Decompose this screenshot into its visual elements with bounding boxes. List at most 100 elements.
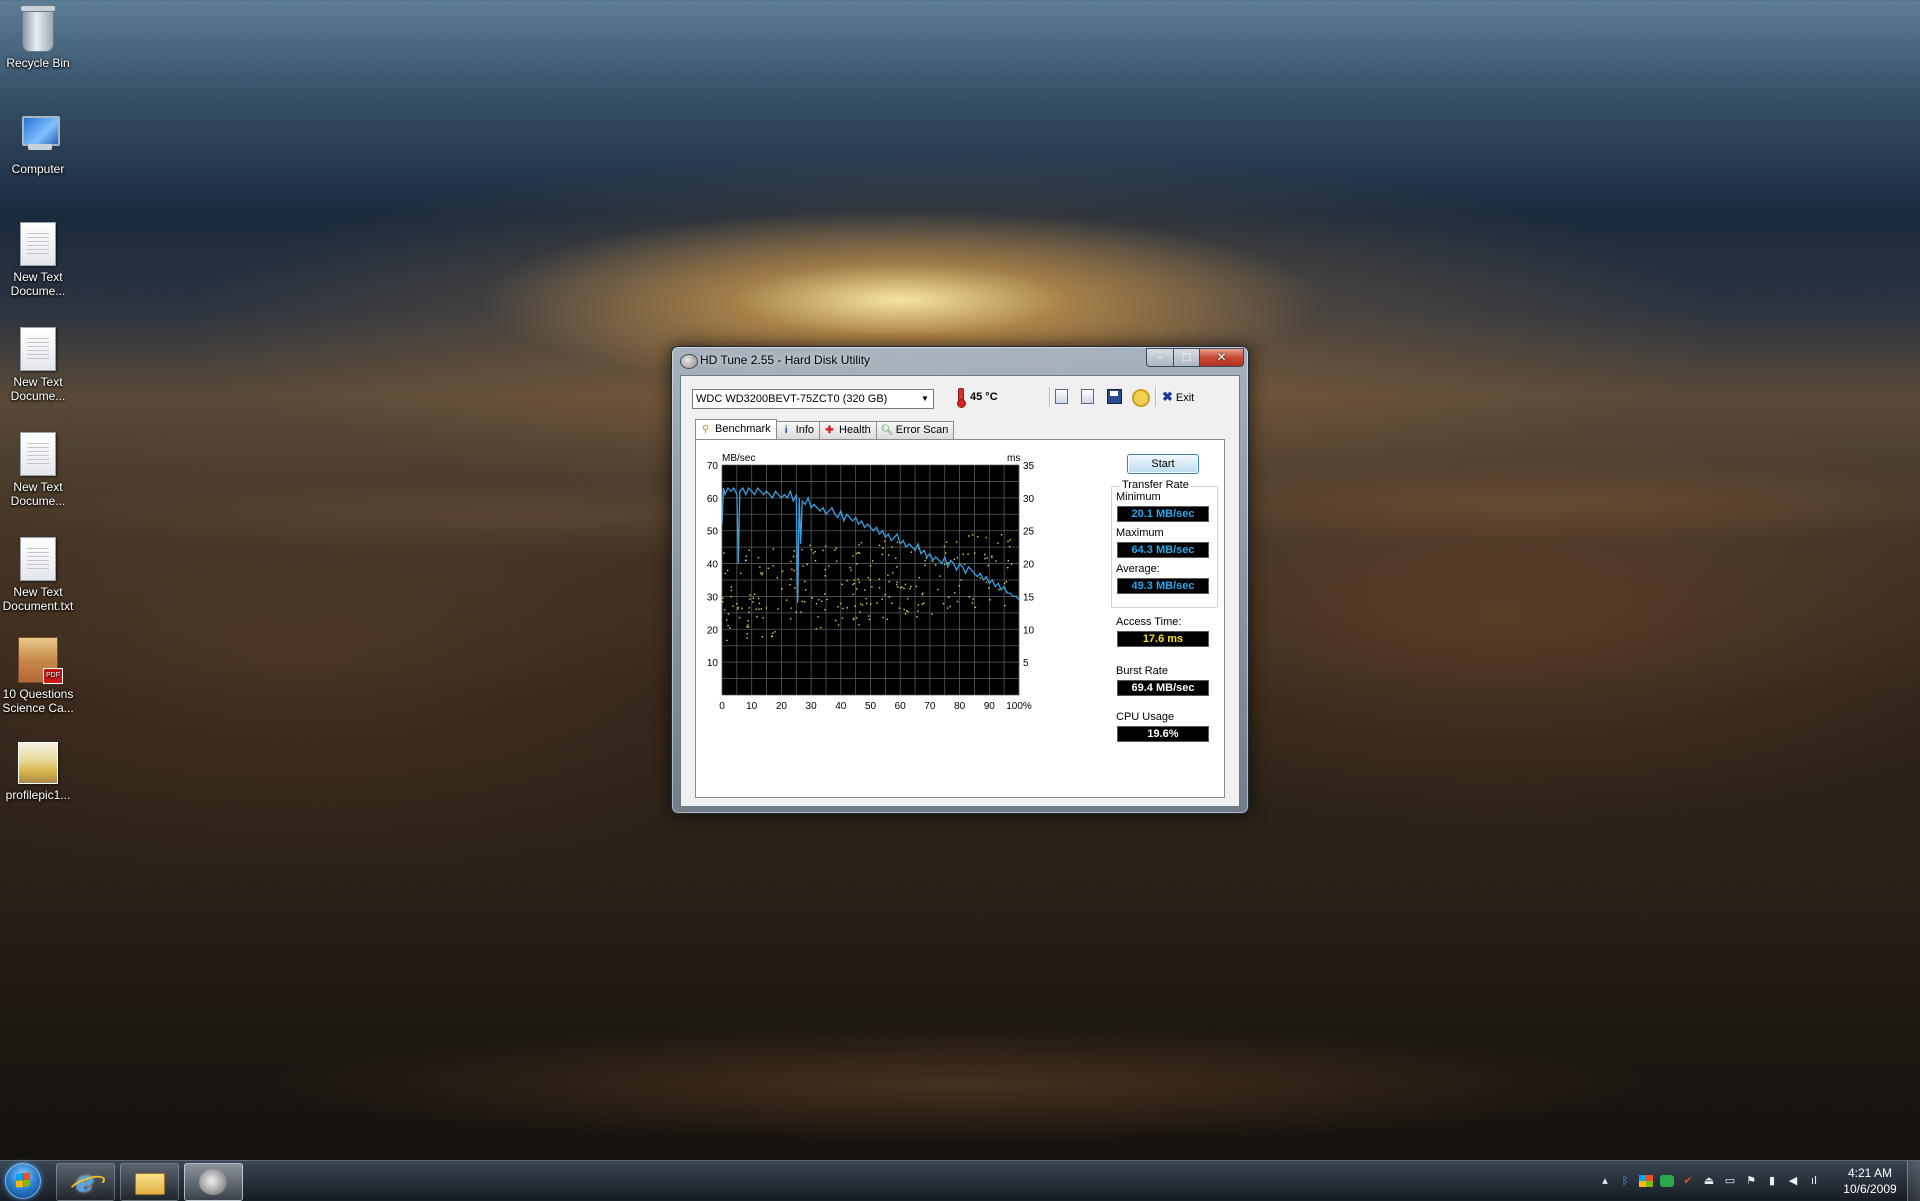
x-tick-label: 0 [719,701,725,712]
minimize-button[interactable]: – [1146,348,1174,367]
access-time-point [997,542,999,544]
text-document-icon [20,537,56,581]
desktop-icon-recycle-bin[interactable]: Recycle Bin [0,5,76,70]
access-time-point [954,592,956,594]
copy-screenshot-icon[interactable] [1081,389,1094,404]
title-bar[interactable]: HD Tune 2.55 - Hard Disk Utility – □ ✕ [672,347,1248,374]
access-time-point [761,572,764,574]
access-time-point [852,555,854,557]
access-time-point [757,597,760,600]
taskbar-button-hd-tune[interactable] [184,1163,243,1201]
access-time-point [937,588,939,591]
access-time-point [849,566,851,569]
access-time-point [884,594,886,596]
access-time-point [945,541,948,543]
access-time-point [946,607,949,609]
access-time-point [858,624,860,626]
hdtune-window[interactable]: HD Tune 2.55 - Hard Disk Utility – □ ✕ W… [671,346,1249,814]
x-tick-label: 40 [835,701,847,712]
access-time-point [922,592,924,594]
access-time-point [1007,540,1009,543]
access-time-point [747,624,749,626]
access-time-point [835,547,837,549]
access-time-point [960,579,962,581]
access-time-point [772,632,774,634]
volume-icon[interactable]: ◀ [1786,1175,1800,1187]
save-icon[interactable] [1107,389,1122,404]
desktop-icon-label: Docume... [10,494,66,508]
bluetooth-icon[interactable]: ᛒ [1618,1175,1632,1187]
desktop-icon-text-document[interactable]: New Text Docume... [0,222,76,298]
desktop-icon-label: Document.txt [2,599,74,613]
signal-icon[interactable]: ıl [1807,1175,1821,1187]
access-time-point [837,606,839,608]
clock[interactable]: 4:21 AM 10/6/2009 [1828,1165,1912,1197]
x-tick-label: 80 [954,701,966,712]
security-icon[interactable]: ✔ [1681,1175,1695,1187]
access-time-point [744,559,747,562]
desktop-icon-computer[interactable]: Computer [0,114,76,176]
access-time-point [730,586,733,588]
access-time-point [860,542,863,544]
copy-text-icon[interactable] [1055,389,1068,404]
network-app-icon[interactable] [1639,1175,1653,1187]
access-time-point [956,600,959,603]
access-time-point [955,541,958,543]
action-center-icon[interactable]: ⚑ [1744,1175,1758,1187]
access-time-point [972,598,974,600]
green-app-icon[interactable] [1660,1175,1674,1187]
access-time-point [939,575,941,577]
desktop-icon-text-document[interactable]: New Text Document.txt [0,537,76,613]
access-time-point [979,577,982,579]
desktop-icon-text-document[interactable]: New Text Docume... [0,327,76,403]
access-time-point [865,602,868,605]
access-time-point [865,597,867,600]
tab-label: Health [839,424,871,436]
benchmark-panel: MB/sec ms 70 60 50 40 30 20 10 35 30 25 20 15 10 5 0 10 20… [695,439,1225,798]
access-time-point [870,603,872,605]
show-desktop-button[interactable] [1907,1161,1920,1201]
access-time-point [906,610,908,612]
options-icon[interactable] [1132,389,1150,407]
access-time-value: 17.6 ms [1117,631,1209,647]
tab-error-scan[interactable]: 🔍︎ Error Scan [875,421,955,439]
start-button[interactable] [5,1163,41,1199]
cpu-usage-value: 19.6% [1117,726,1209,742]
access-time-point [723,552,725,554]
taskbar-button-windows-explorer[interactable] [120,1163,179,1201]
exit-button[interactable]: ✖ Exit [1162,389,1194,405]
tab-info[interactable]: i Info [775,421,820,439]
access-time-point [824,593,826,595]
desktop-icon-label: Docume... [10,389,66,403]
access-time-point [881,598,883,600]
access-time-point [887,554,890,556]
desktop-icon-pdf[interactable]: 10 Questions Science Ca... [0,637,76,715]
access-time-point [781,588,783,590]
access-time-point [853,617,855,620]
access-time-point [746,632,749,635]
minimum-value: 20.1 MB/sec [1117,506,1209,522]
taskbar-button-internet-explorer[interactable]: e [56,1163,115,1201]
access-time-point [841,583,843,586]
show-hidden-icons-icon[interactable]: ▴ [1598,1175,1612,1187]
tab-health[interactable]: ✚ Health [819,421,877,439]
usb-icon[interactable]: ⏏ [1702,1175,1716,1187]
access-time-point [896,541,899,544]
access-time-point [891,546,893,548]
access-time-point [834,619,837,622]
access-time-point [1009,539,1011,541]
chevron-down-icon: ▼ [921,394,929,403]
tab-benchmark[interactable]: ⚲ Benchmark [695,419,777,439]
start-button[interactable]: Start [1127,454,1199,474]
desktop-icon-image[interactable]: profilepic1... [0,742,76,802]
maximize-button[interactable]: □ [1174,348,1200,367]
monitor-icon[interactable]: ▭ [1723,1175,1737,1187]
drive-select[interactable]: WDC WD3200BEVT-75ZCT0 (320 GB) ▼ [692,389,934,409]
access-time-point [806,563,808,566]
y-tick-label-left: 70 [707,461,719,472]
desktop-icon-text-document[interactable]: New Text Docume... [0,432,76,508]
network-icon[interactable]: ▮ [1765,1175,1779,1187]
window-client: WDC WD3200BEVT-75ZCT0 (320 GB) ▼ 45 °C ✖… [680,375,1240,807]
close-button[interactable]: ✕ [1200,348,1244,367]
access-time-point [921,593,923,596]
